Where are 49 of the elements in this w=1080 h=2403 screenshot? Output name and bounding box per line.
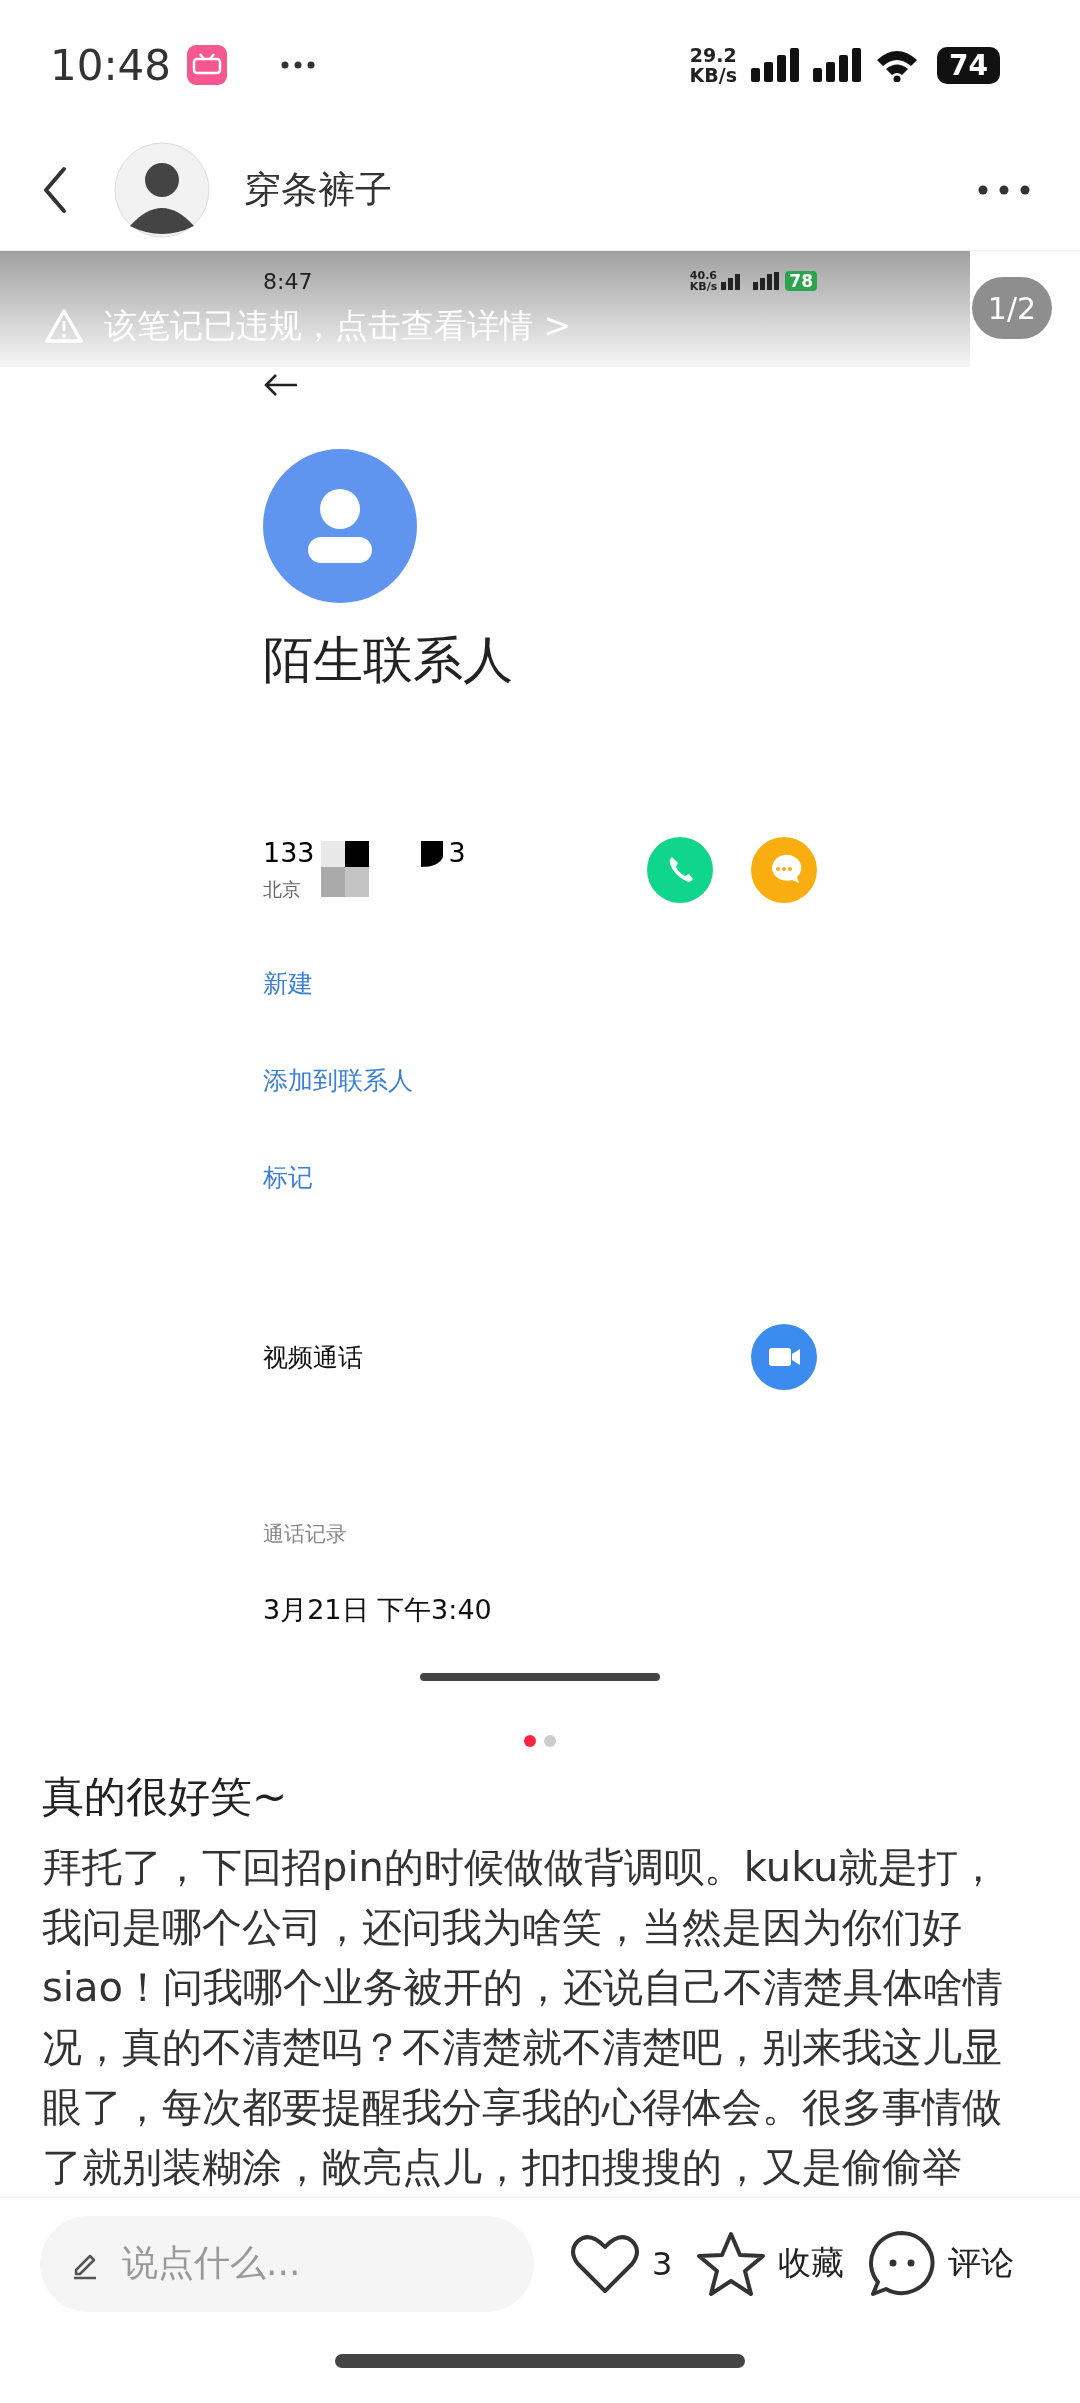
status-time: 10:48 (50, 40, 172, 90)
post-body-line: 况，真的不清楚吗？不清楚就不清楚吧，别来我这儿显 (42, 2023, 1003, 2072)
like-count: 3 (652, 2244, 673, 2283)
screenshot-net-speed-unit: KB/s (689, 281, 718, 292)
signal-icon (751, 48, 800, 82)
phone-number-end: 3 (448, 837, 466, 868)
post-title: 真的很好笑~ (42, 1771, 289, 1823)
post-body-line: 了就别装糊涂，敞亮点儿，扣扣搜搜的，又是偷偷举 (42, 2143, 963, 2192)
screenshot-net-speed: 40.6 (689, 270, 718, 281)
author-avatar[interactable] (114, 142, 210, 238)
contact-action: 新建 (263, 968, 313, 1000)
screenshot-signal-icon (721, 272, 782, 290)
post-body-line: 我问是哪个公司，还问我为啥笑，当然是因为你们好 (42, 1903, 963, 1952)
contact-avatar-icon (263, 449, 417, 603)
screenshot-back-icon (263, 373, 299, 397)
more-icon[interactable] (978, 185, 1030, 195)
app-notification-icon (187, 45, 228, 85)
wifi-icon (875, 48, 920, 82)
back-icon[interactable] (42, 166, 68, 214)
star-icon[interactable] (696, 2230, 767, 2297)
screenshot-battery: 78 (785, 271, 817, 291)
warning-icon (44, 308, 84, 344)
contact-name: 陌生联系人 (263, 630, 513, 691)
net-speed-unit: KB/s (689, 65, 738, 85)
post-body-line: 眼了，每次都要提醒我分享我的心得体会。很多事情做 (42, 2083, 1003, 2132)
screenshot-status-time: 8:47 (263, 268, 314, 294)
comment-placeholder: 说点什么... (122, 2241, 301, 2285)
signal-icon (813, 48, 862, 82)
call-icon (647, 837, 713, 903)
post-body-line: 拜托了，下回招pin的时候做做背调呗。kuku就是打， (42, 1843, 1000, 1892)
collect-label[interactable]: 收藏 (778, 2241, 845, 2286)
author-name[interactable]: 穿条裤子 (244, 165, 392, 215)
contact-action: 标记 (263, 1162, 313, 1194)
phone-number-start: 133 (263, 837, 315, 868)
message-icon (751, 837, 817, 903)
net-speed: 29.2 (689, 45, 737, 65)
call-log-time: 3月21日 下午3:40 (263, 1593, 492, 1627)
video-call-label: 视频通话 (263, 1341, 363, 1374)
contact-action: 添加到联系人 (263, 1065, 413, 1097)
video-call-icon (751, 1324, 817, 1390)
page-counter: 1/2 (972, 277, 1052, 339)
call-log-heading: 通话记录 (263, 1521, 347, 1548)
like-icon[interactable] (570, 2232, 640, 2295)
comment-label[interactable]: 评论 (948, 2241, 1015, 2286)
battery-indicator: 74 (937, 46, 1000, 84)
post-body-line: siao！问我哪个业务被开的，还说自己不清楚具体啥情 (42, 1963, 1004, 2012)
phone-location: 北京 (263, 877, 302, 902)
comment-icon[interactable] (868, 2229, 937, 2298)
more-notifications-icon (281, 61, 316, 69)
